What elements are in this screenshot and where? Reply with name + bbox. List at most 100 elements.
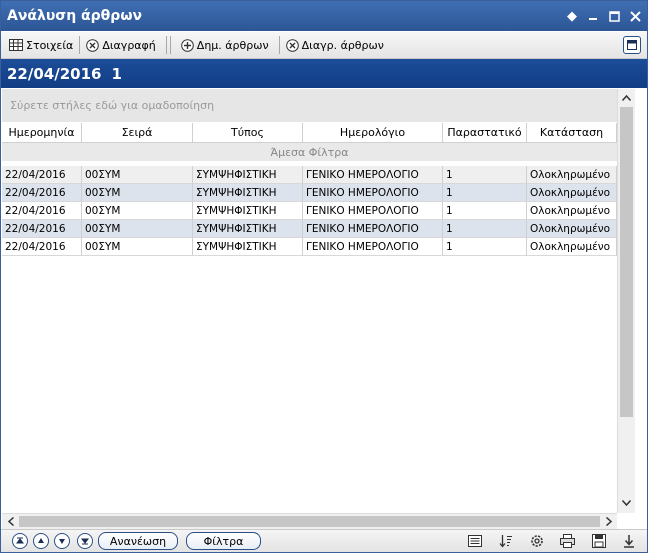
quick-filter-label: Άμεσα Φίλτρα bbox=[270, 145, 349, 159]
cell-series: 00ΣΥΜ bbox=[82, 220, 193, 238]
column-header-document[interactable]: Παραστατικό bbox=[443, 123, 527, 142]
quick-filter-row[interactable]: Άμεσα Φίλτρα bbox=[2, 143, 617, 161]
export-down-icon[interactable] bbox=[621, 533, 637, 549]
column-headers: Ημερομηνία Σειρά Τύπος Ημερολόγιο Παραστ… bbox=[2, 123, 617, 143]
toolbar: Στοιχεία Διαγραφή Δημ. άρθρων Διαγρ. άρθ… bbox=[1, 32, 647, 59]
vertical-scroll-thumb[interactable] bbox=[620, 107, 633, 417]
horizontal-scroll-thumb[interactable] bbox=[19, 516, 600, 527]
cell-series: 00ΣΥΜ bbox=[82, 184, 193, 202]
cell-journal: ΓΕΝΙΚΟ ΗΜΕΡΟΛΟΓΙΟ bbox=[303, 220, 443, 238]
maximize-button[interactable] bbox=[605, 7, 623, 25]
details-button[interactable]: Στοιχεία bbox=[5, 35, 77, 55]
delete-circle-icon bbox=[86, 38, 100, 52]
cell-date: 22/04/2016 bbox=[2, 202, 82, 220]
cell-type: ΣΥΜΨΗΦΙΣΤΙΚΗ bbox=[193, 202, 303, 220]
delete-button[interactable]: Διαγραφή bbox=[82, 35, 159, 55]
record-number: 1 bbox=[111, 64, 122, 83]
sort-icon[interactable] bbox=[498, 533, 514, 549]
previous-record-button[interactable] bbox=[33, 533, 49, 549]
list-view-icon[interactable] bbox=[467, 533, 483, 549]
cell-type: ΣΥΜΨΗΦΙΣΤΙΚΗ bbox=[193, 166, 303, 184]
group-by-panel[interactable]: Σύρετε στήλες εδώ για ομαδοποίηση bbox=[2, 89, 617, 122]
delete-label: Διαγραφή bbox=[102, 38, 156, 52]
scroll-left-icon[interactable] bbox=[3, 514, 18, 529]
table-row[interactable]: 22/04/2016 00ΣΥΜ ΣΥΜΨΗΦΙΣΤΙΚΗ ΓΕΝΙΚΟ ΗΜΕ… bbox=[2, 166, 617, 184]
column-header-series[interactable]: Σειρά bbox=[82, 123, 193, 142]
scroll-up-icon[interactable] bbox=[618, 90, 635, 106]
next-record-button[interactable] bbox=[54, 533, 70, 549]
details-label: Στοιχεία bbox=[26, 38, 74, 52]
column-header-date[interactable]: Ημερομηνία bbox=[2, 123, 82, 142]
cell-type: ΣΥΜΨΗΦΙΣΤΙΚΗ bbox=[193, 238, 303, 256]
cell-series: 00ΣΥΜ bbox=[82, 166, 193, 184]
record-date: 22/04/2016 bbox=[7, 64, 102, 83]
cell-date: 22/04/2016 bbox=[2, 166, 82, 184]
toolbar-separator bbox=[278, 36, 280, 54]
cell-document: 1 bbox=[443, 184, 527, 202]
table-row[interactable]: 22/04/2016 00ΣΥΜ ΣΥΜΨΗΦΙΣΤΙΚΗ ΓΕΝΙΚΟ ΗΜΕ… bbox=[2, 220, 617, 238]
filters-label: Φίλτρα bbox=[203, 534, 244, 548]
refresh-button[interactable]: Ανανέωση bbox=[98, 532, 178, 550]
cell-journal: ΓΕΝΙΚΟ ΗΜΕΡΟΛΟΓΙΟ bbox=[303, 166, 443, 184]
close-button[interactable] bbox=[626, 7, 644, 25]
settings-icon[interactable] bbox=[529, 533, 545, 549]
table-row[interactable]: 22/04/2016 00ΣΥΜ ΣΥΜΨΗΦΙΣΤΙΚΗ ΓΕΝΙΚΟ ΗΜΕ… bbox=[2, 202, 617, 220]
cell-series: 00ΣΥΜ bbox=[82, 202, 193, 220]
column-header-type[interactable]: Τύπος bbox=[193, 123, 303, 142]
cell-status: Ολοκληρωμένο bbox=[527, 238, 617, 256]
refresh-label: Ανανέωση bbox=[109, 534, 167, 548]
cell-document: 1 bbox=[443, 166, 527, 184]
entries-grid: Σύρετε στήλες εδώ για ομαδοποίηση Ημερομ… bbox=[2, 89, 617, 513]
print-icon[interactable] bbox=[559, 533, 575, 549]
first-record-button[interactable] bbox=[12, 533, 28, 549]
cell-document: 1 bbox=[443, 238, 527, 256]
cell-status: Ολοκληρωμένο bbox=[527, 184, 617, 202]
analysis-window: Ανάλυση άρθρων ◆ Στοιχεία Διαγραφή Δημ. … bbox=[0, 0, 648, 553]
grid-rows: 22/04/2016 00ΣΥΜ ΣΥΜΨΗΦΙΣΤΙΚΗ ΓΕΝΙΚΟ ΗΜΕ… bbox=[2, 166, 617, 256]
cell-type: ΣΥΜΨΗΦΙΣΤΙΚΗ bbox=[193, 220, 303, 238]
toolbar-separator bbox=[165, 36, 171, 54]
column-header-status[interactable]: Κατάσταση bbox=[527, 123, 617, 142]
minimize-button[interactable] bbox=[584, 7, 602, 25]
cell-date: 22/04/2016 bbox=[2, 184, 82, 202]
last-record-button[interactable] bbox=[77, 533, 93, 549]
create-entries-label: Δημ. άρθρων bbox=[196, 38, 269, 52]
window-title: Ανάλυση άρθρων bbox=[7, 8, 143, 24]
group-by-placeholder: Σύρετε στήλες εδώ για ομαδοποίηση bbox=[10, 99, 215, 112]
create-entries-button[interactable]: Δημ. άρθρων bbox=[177, 35, 273, 55]
vertical-scrollbar[interactable] bbox=[617, 89, 635, 513]
cell-date: 22/04/2016 bbox=[2, 238, 82, 256]
next-record-icon bbox=[59, 539, 65, 544]
maximize-icon bbox=[608, 10, 620, 22]
scroll-down-icon[interactable] bbox=[618, 495, 635, 511]
first-record-icon bbox=[16, 537, 24, 544]
add-circle-icon bbox=[180, 38, 194, 52]
table-row[interactable]: 22/04/2016 00ΣΥΜ ΣΥΜΨΗΦΙΣΤΙΚΗ ΓΕΝΙΚΟ ΗΜΕ… bbox=[2, 184, 617, 202]
minimize-icon bbox=[589, 18, 597, 20]
toolbar-separator bbox=[79, 36, 81, 54]
title-bar: Ανάλυση άρθρων ◆ bbox=[1, 1, 647, 31]
cell-type: ΣΥΜΨΗΦΙΣΤΙΚΗ bbox=[193, 184, 303, 202]
bottom-bar: Ανανέωση Φίλτρα bbox=[1, 529, 647, 552]
column-header-journal[interactable]: Ημερολόγιο bbox=[303, 123, 443, 142]
scroll-right-icon[interactable] bbox=[601, 514, 616, 529]
table-row[interactable]: 22/04/2016 00ΣΥΜ ΣΥΜΨΗΦΙΣΤΙΚΗ ΓΕΝΙΚΟ ΗΜΕ… bbox=[2, 238, 617, 256]
previous-record-icon bbox=[38, 538, 44, 543]
pin-icon[interactable]: ◆ bbox=[563, 7, 581, 25]
cell-document: 1 bbox=[443, 202, 527, 220]
last-record-icon bbox=[81, 538, 89, 545]
delete-entries-button[interactable]: Διαγρ. άρθρων bbox=[282, 35, 388, 55]
panel-icon bbox=[627, 40, 637, 50]
cell-journal: ΓΕΝΙΚΟ ΗΜΕΡΟΛΟΓΙΟ bbox=[303, 184, 443, 202]
filters-button[interactable]: Φίλτρα bbox=[186, 532, 261, 550]
cell-series: 00ΣΥΜ bbox=[82, 238, 193, 256]
horizontal-scrollbar[interactable] bbox=[2, 513, 617, 529]
record-header: 22/04/2016 1 bbox=[1, 59, 647, 88]
save-icon[interactable] bbox=[591, 533, 607, 549]
panel-toggle-button[interactable] bbox=[623, 36, 641, 54]
cell-journal: ΓΕΝΙΚΟ ΗΜΕΡΟΛΟΓΙΟ bbox=[303, 202, 443, 220]
cell-status: Ολοκληρωμένο bbox=[527, 202, 617, 220]
close-icon bbox=[629, 10, 641, 22]
cell-status: Ολοκληρωμένο bbox=[527, 166, 617, 184]
cell-journal: ΓΕΝΙΚΟ ΗΜΕΡΟΛΟΓΙΟ bbox=[303, 238, 443, 256]
